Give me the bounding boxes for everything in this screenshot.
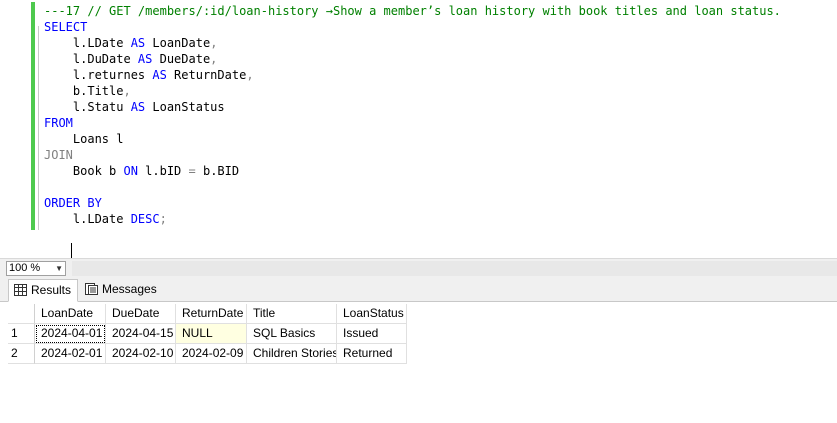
code-token: , — [210, 52, 218, 66]
code-token: ---17 // GET /members/:id/loan-history →… — [44, 4, 781, 18]
code-line: l.returnes AS ReturnDate, — [44, 67, 254, 83]
code-token: l.Statu — [44, 100, 131, 114]
code-token: b.Title — [44, 84, 124, 98]
code-token: LoanDate — [145, 36, 211, 50]
grid-icon — [14, 284, 27, 296]
code-line: l.DuDate AS DueDate, — [44, 51, 218, 67]
code-line: ORDER BY — [44, 195, 102, 211]
code-line: FROM — [44, 115, 73, 131]
code-line: Loans l — [44, 131, 124, 147]
code-line: Book b ON l.bID = b.BID — [44, 163, 239, 179]
code-line: ---17 // GET /members/:id/loan-history →… — [44, 3, 781, 19]
code-token: l.DuDate — [44, 52, 138, 66]
code-line: l.LDate DESC; — [44, 211, 167, 227]
code-token: = — [188, 164, 196, 178]
code-token: b.BID — [195, 164, 240, 178]
row-number[interactable]: 2 — [8, 344, 35, 364]
code-line: l.Statu AS LoanStatus — [44, 99, 225, 115]
row-header-corner[interactable] — [8, 304, 35, 324]
code-token: AS — [137, 52, 153, 66]
code-token: ON — [123, 164, 138, 178]
code-line: SELECT — [44, 19, 87, 35]
code-token: ReturnDate — [166, 68, 247, 82]
query-editor[interactable]: ---17 // GET /members/:id/loan-history →… — [0, 0, 837, 258]
column-header[interactable]: ReturnDate — [176, 304, 247, 324]
code-token: AS — [152, 68, 167, 82]
zoom-value: 100 % — [9, 262, 41, 274]
editor-status-strip: 100 % ▼ — [0, 258, 837, 276]
code-token: DESC — [130, 212, 160, 226]
column-header[interactable]: LoanStatus — [337, 304, 407, 324]
table-cell[interactable]: SQL Basics — [247, 324, 337, 344]
code-token: JOIN — [44, 148, 73, 162]
table-cell[interactable]: 2024-04-01 — [35, 324, 106, 344]
code-token: l.LDate — [44, 212, 131, 226]
column-header[interactable]: Title — [247, 304, 337, 324]
code-token: DueDate — [152, 52, 211, 66]
tab-results-label: Results — [31, 283, 72, 297]
code-token: SELECT — [44, 20, 88, 34]
chevron-down-icon: ▼ — [55, 264, 63, 273]
code-token: ORDER BY — [44, 196, 102, 210]
messages-icon — [85, 283, 98, 295]
table-cell[interactable]: 2024-04-15 — [106, 324, 176, 344]
code-token: FROM — [44, 116, 73, 130]
text-caret — [71, 243, 72, 258]
code-line: b.Title, — [44, 83, 131, 99]
code-token: , — [246, 68, 254, 82]
code-token: LoanStatus — [145, 100, 225, 114]
code-token: , — [210, 36, 218, 50]
tab-results[interactable]: Results — [8, 279, 78, 302]
code-token: AS — [130, 100, 146, 114]
change-tracking-bar — [31, 2, 35, 230]
table-cell[interactable]: Children Stories — [247, 344, 337, 364]
code-token: , — [123, 84, 131, 98]
code-token: AS — [130, 36, 146, 50]
table-cell[interactable]: 2024-02-10 — [106, 344, 176, 364]
editor-gutter — [0, 0, 28, 258]
zoom-dropdown[interactable]: 100 % ▼ — [6, 261, 66, 276]
results-tab-bar: Results Messages — [0, 276, 837, 302]
code-fold-guide — [38, 26, 39, 230]
table-row[interactable]: 1 2024-04-01 2024-04-15 NULL SQL Basics … — [8, 324, 407, 344]
column-header[interactable]: LoanDate — [35, 304, 106, 324]
code-token: l.LDate — [44, 36, 131, 50]
row-number[interactable]: 1 — [8, 324, 35, 344]
code-token: ; — [159, 212, 167, 226]
tab-messages[interactable]: Messages — [80, 279, 160, 302]
code-line: l.LDate AS LoanDate, — [44, 35, 218, 51]
code-token: Book b — [44, 164, 124, 178]
code-token: l.returnes — [44, 68, 153, 82]
grid-header-row: LoanDate DueDate ReturnDate Title LoanSt… — [8, 304, 407, 324]
code-token: Loans l — [44, 132, 124, 146]
table-cell[interactable]: Returned — [337, 344, 407, 364]
horizontal-scrollbar[interactable] — [72, 261, 837, 276]
table-row[interactable]: 2 2024-02-01 2024-02-10 2024-02-09 Child… — [8, 344, 407, 364]
table-cell[interactable]: 2024-02-01 — [35, 344, 106, 364]
results-grid[interactable]: LoanDate DueDate ReturnDate Title LoanSt… — [8, 304, 407, 364]
column-header[interactable]: DueDate — [106, 304, 176, 324]
results-grid-area: LoanDate DueDate ReturnDate Title LoanSt… — [0, 302, 837, 423]
code-token: l.bID — [137, 164, 189, 178]
code-line: JOIN — [44, 147, 73, 163]
table-cell[interactable]: 2024-02-09 — [176, 344, 247, 364]
table-cell[interactable]: Issued — [337, 324, 407, 344]
table-cell-null[interactable]: NULL — [176, 324, 247, 344]
tab-messages-label: Messages — [102, 282, 157, 296]
